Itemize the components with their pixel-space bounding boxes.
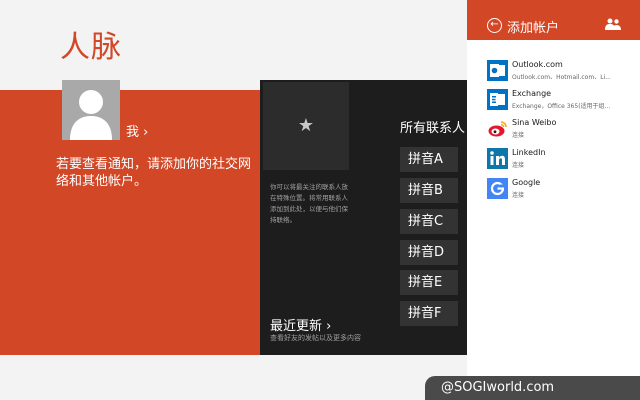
account-name: Google	[512, 178, 541, 187]
account-desc: 连接	[512, 162, 525, 169]
exchange-icon	[487, 89, 508, 110]
group-tile[interactable]: 拼音F	[400, 301, 458, 326]
favorites-hint: 你可以将最关注的联系人放在特殊位置。将常用联系人添加到此处，以便与他们保持联络。	[270, 183, 348, 224]
group-tile[interactable]: 拼音D	[400, 240, 458, 265]
group-tile[interactable]: 拼音B	[400, 178, 458, 203]
watermark: @SOGIworld.com	[425, 376, 640, 400]
person-silhouette-icon	[70, 90, 112, 140]
outlook-icon	[487, 60, 508, 81]
recent-updates-link[interactable]: 最近更新 ›	[270, 315, 331, 334]
account-item-outlook[interactable]: Outlook.com Outlook.com、Hotmail.com、Li..…	[487, 60, 637, 86]
account-name: Sina Weibo	[512, 118, 557, 127]
account-item-weibo[interactable]: Sina Weibo 连接	[487, 118, 637, 144]
me-link[interactable]: 我 ›	[126, 121, 148, 140]
account-desc: 连接	[512, 132, 525, 139]
account-name: Exchange	[512, 89, 552, 98]
account-item-linkedin[interactable]: LinkedIn 连接	[487, 148, 637, 174]
account-name: Outlook.com	[512, 60, 563, 69]
account-desc: Outlook.com、Hotmail.com、Li...	[512, 74, 611, 81]
group-tile[interactable]: 拼音C	[400, 209, 458, 234]
account-desc: 连接	[512, 192, 525, 199]
account-item-google[interactable]: Google 连接	[487, 178, 637, 204]
account-desc: Exchange，Office 365(适用于组...	[512, 103, 611, 110]
star-icon: ★	[297, 115, 315, 136]
page-title: 人脉	[60, 30, 122, 65]
all-contacts-heading[interactable]: 所有联系人	[400, 117, 467, 136]
favorites-tile[interactable]: ★	[263, 82, 349, 170]
add-account-flyout: ← 添加帐户 Outlook.com Outlook.com、Hotmail.c…	[467, 0, 640, 400]
account-item-exchange[interactable]: Exchange Exchange，Office 365(适用于组...	[487, 89, 637, 115]
linkedin-icon	[487, 148, 508, 169]
account-name: LinkedIn	[512, 148, 546, 157]
google-icon	[487, 178, 508, 199]
recent-updates-subtitle: 查看好友的发帖以及更多内容	[270, 334, 361, 342]
flyout-title: 添加帐户	[507, 21, 560, 36]
add-accounts-notice: 若要查看通知，请添加你的社交网络和其他帐户。	[56, 157, 252, 189]
group-tile[interactable]: 拼音E	[400, 270, 458, 295]
people-icon	[605, 18, 621, 30]
back-arrow-icon[interactable]: ←	[487, 18, 502, 33]
group-tile[interactable]: 拼音A	[400, 147, 458, 172]
avatar[interactable]	[62, 80, 120, 140]
weibo-icon	[488, 121, 507, 137]
people-app-screen: 人脉 我 › 若要查看通知，请添加你的社交网络和其他帐户。 ★ 你可以将最关注的…	[0, 0, 640, 400]
